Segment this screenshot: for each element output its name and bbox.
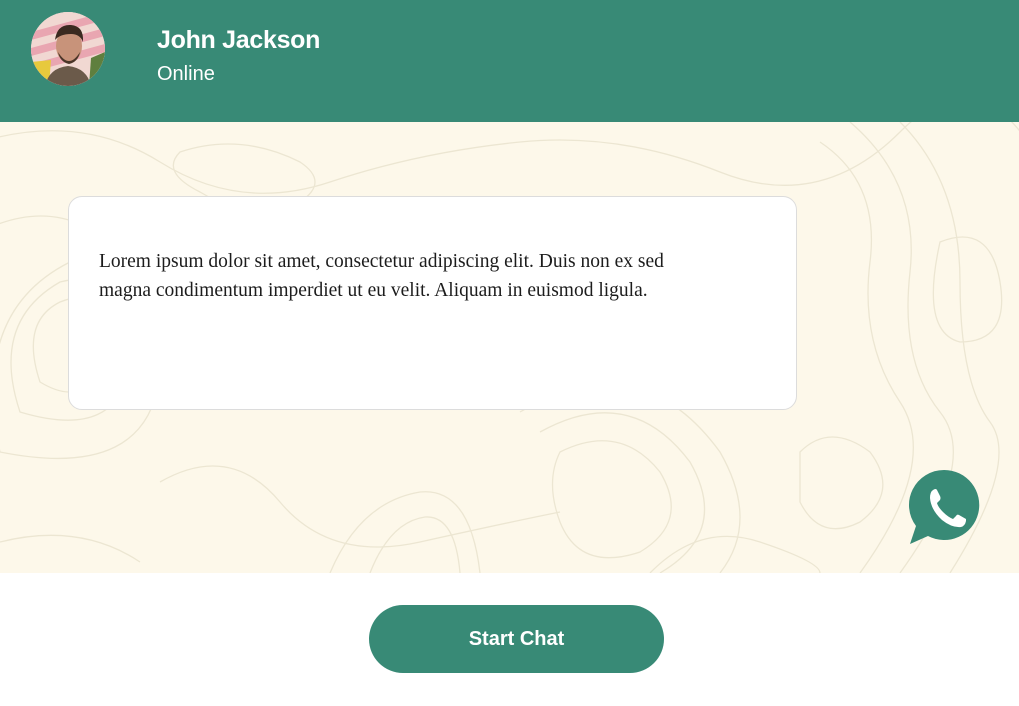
message-text: Lorem ipsum dolor sit amet, consectetur …: [99, 251, 664, 301]
profile-photo-icon: [31, 12, 105, 86]
chat-area: Lorem ipsum dolor sit amet, consectetur …: [0, 122, 1019, 573]
message-bubble: Lorem ipsum dolor sit amet, consectetur …: [68, 196, 797, 410]
contact-status: Online: [157, 63, 215, 85]
footer: Start Chat: [0, 573, 1019, 706]
whatsapp-icon[interactable]: [906, 468, 982, 546]
contact-name: John Jackson: [157, 26, 321, 54]
avatar[interactable]: [31, 12, 105, 86]
chat-header: John Jackson Online: [0, 0, 1019, 122]
start-chat-button[interactable]: Start Chat: [369, 605, 664, 673]
